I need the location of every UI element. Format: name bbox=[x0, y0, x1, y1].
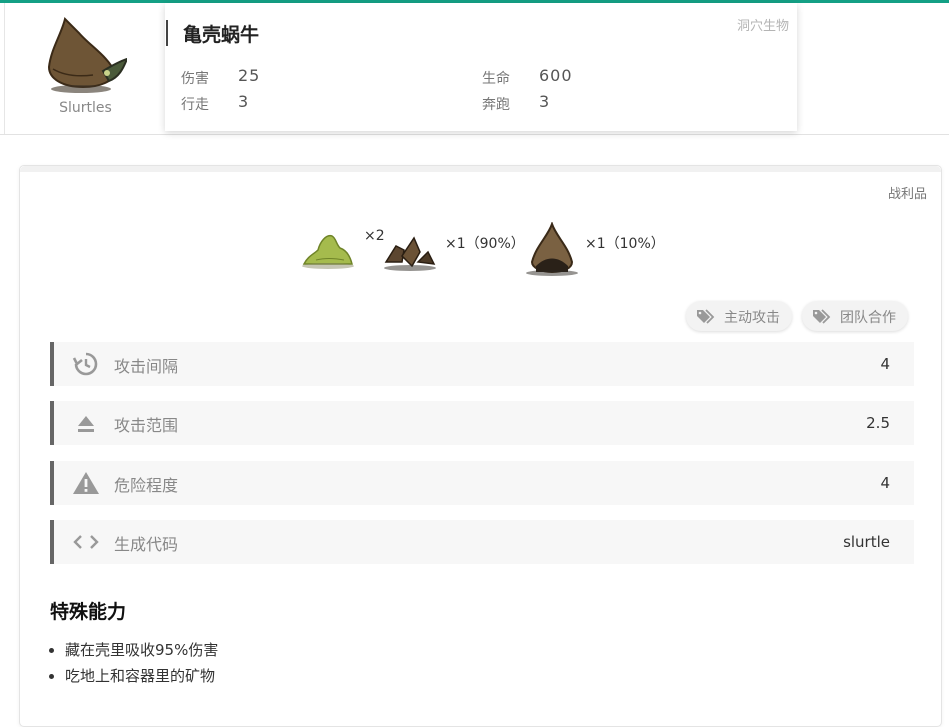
creature-header: Slurtles 亀壳蜗牛 洞穴生物 伤害 25 生命 600 行走 3 奔跑 … bbox=[0, 3, 949, 135]
slurtle-icon bbox=[47, 17, 127, 93]
broken-shell-icon[interactable] bbox=[380, 232, 438, 272]
clock-icon bbox=[72, 352, 98, 376]
stat-value: 3 bbox=[539, 92, 551, 111]
attr-label: 攻击间隔 bbox=[114, 357, 179, 376]
tag-label: 主动攻击 bbox=[724, 310, 780, 326]
tag-aggressive[interactable]: 主动攻击 bbox=[686, 301, 792, 331]
slime-icon[interactable] bbox=[300, 228, 356, 270]
tag-icon bbox=[697, 309, 715, 324]
attr-value: 4 bbox=[880, 474, 890, 492]
attr-row-attack-period: 攻击间隔 4 bbox=[50, 342, 914, 386]
attr-label: 生成代码 bbox=[114, 535, 179, 554]
creature-name: 亀壳蜗牛 bbox=[183, 24, 260, 46]
drop-count: ×1（90%） bbox=[445, 236, 525, 252]
stat-health: 生命 600 bbox=[482, 66, 572, 88]
drop-count: ×1（10%） bbox=[585, 236, 665, 252]
warning-icon bbox=[73, 472, 99, 494]
attr-value: 2.5 bbox=[866, 414, 890, 432]
stat-value: 600 bbox=[539, 66, 573, 85]
abilities-list: 藏在壳里吸收95%伤害 吃地上和容器里的矿物 bbox=[65, 637, 218, 689]
loot-title: 战利品 bbox=[887, 187, 927, 202]
attr-value: 4 bbox=[880, 355, 890, 373]
stat-value: 25 bbox=[238, 66, 261, 85]
stat-label: 奔跑 bbox=[482, 97, 510, 113]
stat-run: 奔跑 3 bbox=[482, 92, 549, 114]
list-item: 吃地上和容器里的矿物 bbox=[65, 663, 218, 689]
info-card: 亀壳蜗牛 洞穴生物 伤害 25 生命 600 行走 3 奔跑 3 bbox=[165, 3, 797, 131]
tag-label: 团队合作 bbox=[840, 310, 896, 326]
stat-walk: 行走 3 bbox=[181, 92, 248, 114]
code-icon bbox=[73, 535, 99, 549]
attr-label: 攻击范围 bbox=[114, 416, 179, 435]
tag-teamwork[interactable]: 团队合作 bbox=[802, 301, 908, 331]
eject-icon bbox=[78, 416, 94, 432]
details-card: 战利品 ×2 ×1（90%） ×1（10%） 主动攻击 团队合作 攻击间隔 4 … bbox=[19, 165, 942, 727]
list-item: 藏在壳里吸收95%伤害 bbox=[65, 637, 218, 663]
tag-icon bbox=[813, 309, 831, 324]
abilities-title: 特殊能力 bbox=[50, 601, 127, 623]
attr-row-attack-range: 攻击范围 2.5 bbox=[50, 401, 914, 445]
stat-damage: 伤害 25 bbox=[181, 66, 259, 88]
slurtle-helmet-icon[interactable] bbox=[524, 222, 580, 276]
stat-label: 行走 bbox=[181, 97, 209, 113]
attr-label: 危险程度 bbox=[114, 476, 179, 495]
english-name: Slurtles bbox=[59, 100, 112, 116]
name-marker bbox=[166, 20, 168, 46]
attr-row-spawn-code: 生成代码 slurtle bbox=[50, 520, 914, 564]
category-label: 洞穴生物 bbox=[736, 19, 789, 34]
stat-label: 生命 bbox=[482, 71, 510, 87]
attr-value[interactable]: slurtle bbox=[843, 533, 890, 551]
stat-value: 3 bbox=[238, 92, 250, 111]
attr-row-danger-level: 危险程度 4 bbox=[50, 461, 914, 505]
portrait-panel: Slurtles bbox=[4, 3, 164, 134]
stat-label: 伤害 bbox=[181, 71, 209, 87]
